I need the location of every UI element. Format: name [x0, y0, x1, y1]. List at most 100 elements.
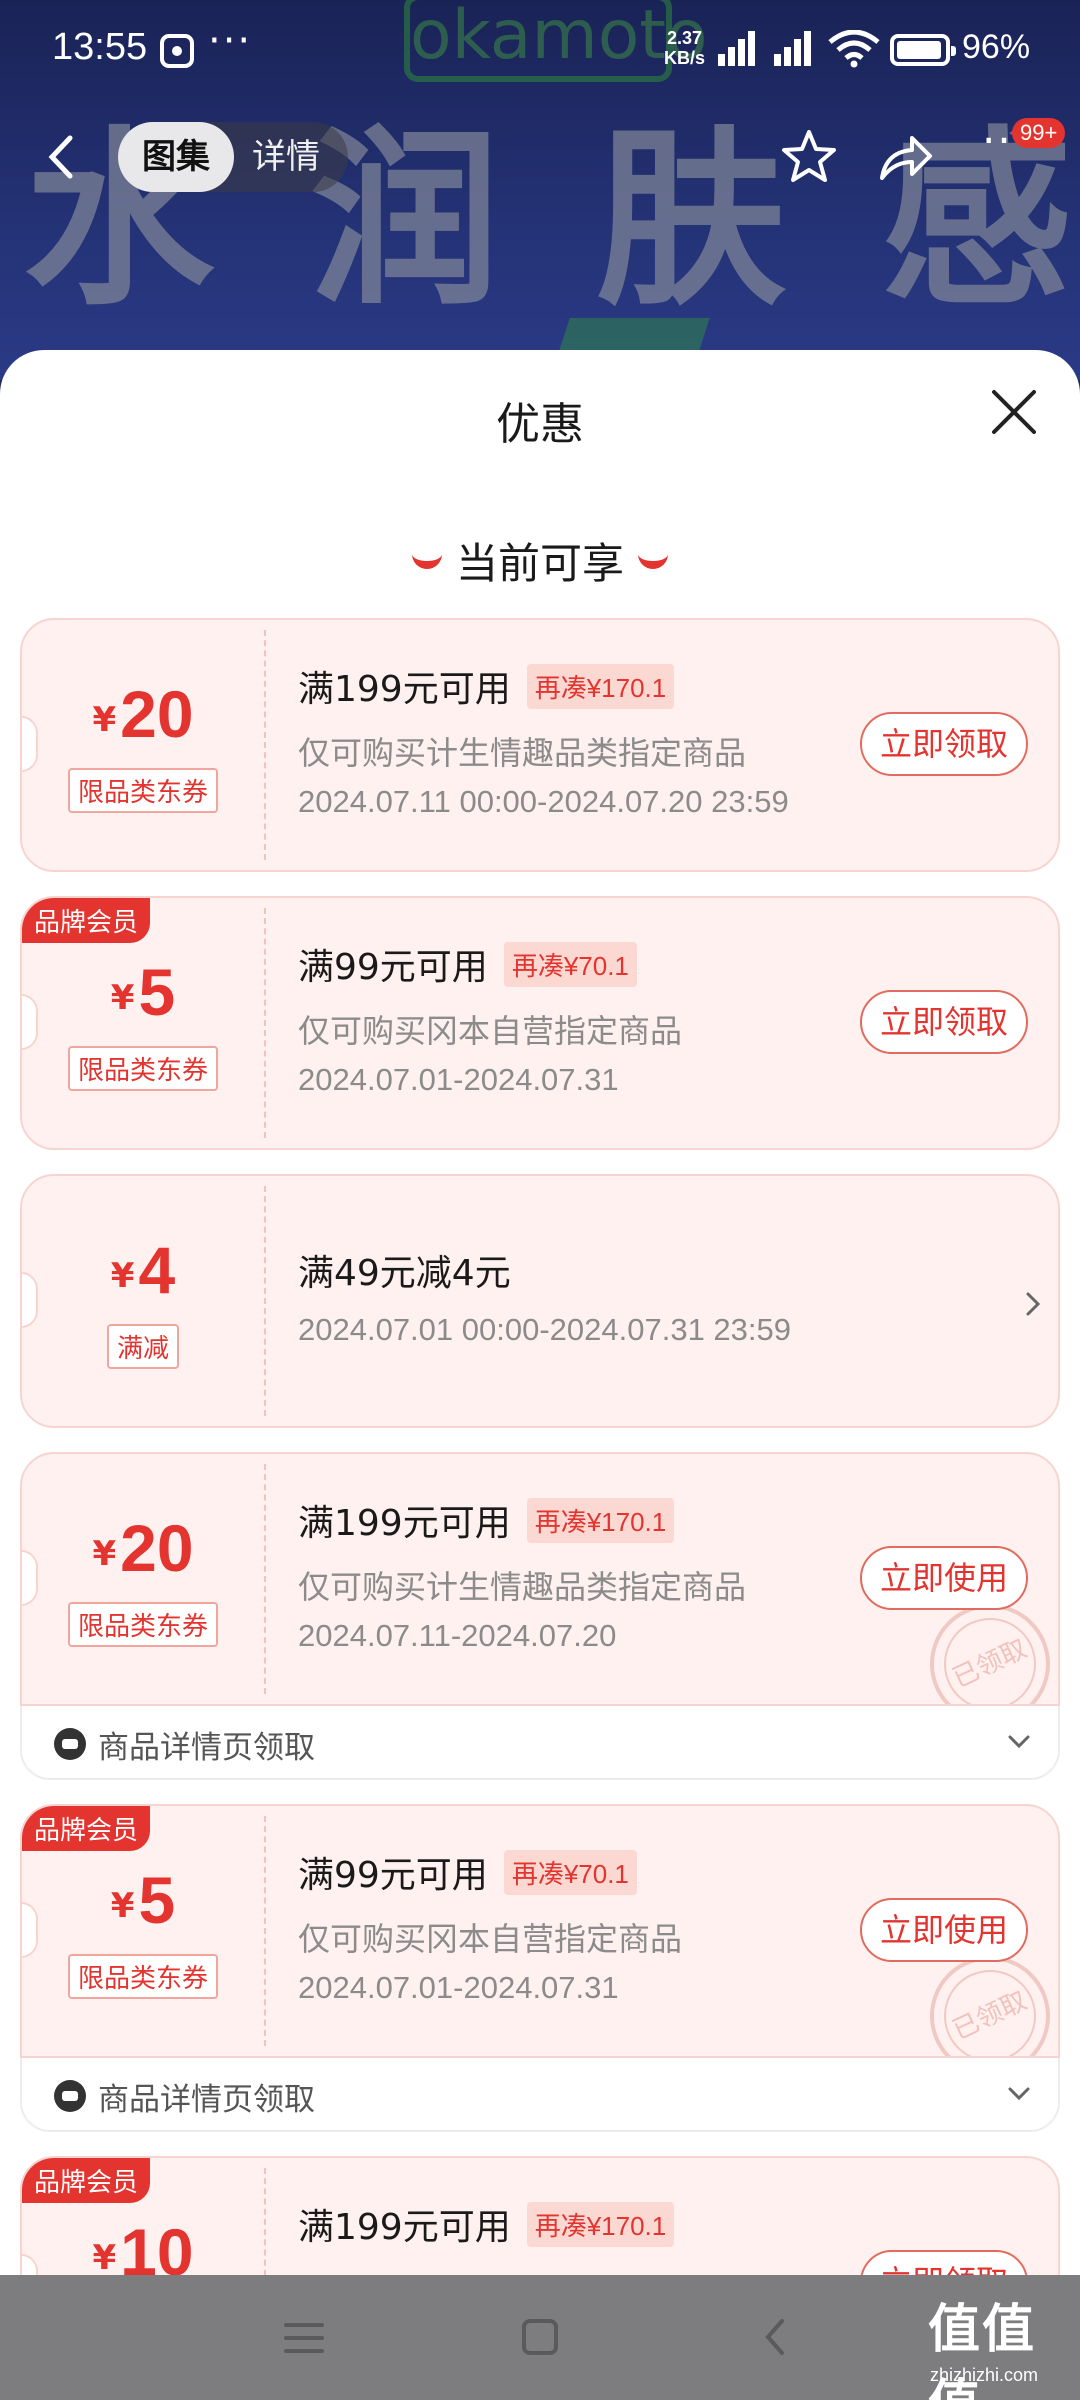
coupon-type-text: 满减 [106, 1324, 179, 1369]
left-smile-icon [411, 553, 442, 569]
coupon-divider [264, 1464, 266, 1694]
system-nav-bar: 值值值 zhizhizhi.com [0, 2275, 1080, 2400]
coupon-card[interactable]: ¥20 限品类东券 满199元可用 再凑¥170.1 仅可购买计生情趣品类指定商品… [20, 618, 1060, 872]
sheet-title: 优惠 [496, 399, 584, 450]
gap-badge: 再凑¥170.1 [526, 2202, 675, 2247]
condition-text: 满99元可用 [298, 1855, 488, 1896]
amount-value: 5 [138, 955, 176, 1029]
net-speed: 2.37 KB/s [664, 28, 705, 68]
coupon-type-text: 限品类东券 [67, 1046, 218, 1091]
use-button[interactable]: 立即使用 [860, 1898, 1028, 1962]
use-button[interactable]: 立即使用 [860, 1546, 1028, 1610]
close-icon[interactable] [988, 386, 1040, 438]
coupon-divider [264, 630, 266, 860]
status-time: 13:55 [52, 26, 148, 68]
coupon-scope: 仅可购买冈本自营指定商品 [298, 2266, 682, 2275]
net-speed-value: 2.37 [666, 28, 703, 48]
condition-text: 满199元可用 [298, 1503, 511, 1544]
currency-symbol: ¥ [110, 978, 135, 1018]
coupon-card[interactable]: ¥20 限品类东券 满199元可用 再凑¥170.1 仅可购买计生情趣品类指定商品… [20, 1452, 1060, 1706]
claim-button[interactable]: 立即领取 [860, 990, 1028, 1054]
coupon-type-tag: 限品类东券 [22, 1602, 264, 1647]
coupon-condition: 满199元可用 再凑¥170.1 [298, 2198, 675, 2250]
coupon-amount: ¥5 [22, 954, 264, 1030]
coupon-type-tag: 限品类东券 [22, 1046, 264, 1091]
chevron-right-icon[interactable] [1022, 1290, 1044, 1318]
currency-symbol: ¥ [110, 1886, 135, 1926]
coupon-type-text: 限品类东券 [67, 1602, 218, 1647]
discount-sheet: 优惠 当前可享 ¥20 限品类东券 满199元可用 再凑¥170.1 仅可购买计生… [0, 350, 1080, 2275]
gap-badge: 再凑¥70.1 [503, 1850, 637, 1895]
brand-member-badge: 品牌会员 [22, 1806, 151, 1851]
coupon-condition: 满99元可用 再凑¥70.1 [298, 938, 637, 990]
chevron-down-icon[interactable] [1006, 1732, 1032, 1752]
recent-apps-icon[interactable] [284, 2321, 324, 2355]
watermark-domain: zhizhizhi.com [930, 2365, 1039, 2385]
coupon-scope: 仅可购买计生情趣品类指定商品 [298, 1568, 747, 1606]
coupon-type-tag: 限品类东券 [22, 1954, 264, 1999]
brand-member-badge: 品牌会员 [22, 898, 151, 943]
coupon-validity: 2024.07.01-2024.07.31 [298, 1062, 619, 1097]
coupon-divider [264, 2168, 266, 2275]
amount-value: 10 [120, 2215, 194, 2275]
coupon-type-tag: 限品类东券 [22, 768, 264, 813]
net-speed-unit: KB/s [664, 48, 706, 68]
coupon-card[interactable]: ¥4 满减 满49元减4元 2024.07.01 00:00-2024.07.3… [20, 1174, 1060, 1428]
coupon-divider [264, 1816, 266, 2046]
gap-badge: 再凑¥70.1 [503, 942, 637, 987]
gap-badge: 再凑¥170.1 [526, 1498, 675, 1543]
coupon-condition: 满49元减4元 [298, 1244, 511, 1296]
ticket-icon [54, 1728, 86, 1760]
condition-text: 满199元可用 [298, 669, 511, 710]
coupon-validity: 2024.07.01-2024.07.31 [298, 1970, 619, 2005]
back-arrow-icon[interactable] [42, 132, 82, 182]
tab-gallery[interactable]: 图集 [118, 122, 234, 192]
system-back-icon[interactable] [760, 2317, 790, 2357]
amount-value: 5 [138, 1863, 176, 1937]
coupon-source-row[interactable]: 商品详情页领取 [20, 1706, 1060, 1780]
coupon-condition: 满99元可用 再凑¥70.1 [298, 1846, 637, 1898]
home-icon[interactable] [522, 2319, 558, 2355]
battery-icon [890, 34, 956, 66]
coupon-card[interactable]: 品牌会员 ¥5 限品类东券 满99元可用 再凑¥70.1 仅可购买冈本自营指定商品… [20, 896, 1060, 1150]
source-text: 商品详情页领取 [98, 1730, 315, 1766]
coupon-validity: 2024.07.11-2024.07.20 [298, 1618, 617, 1653]
amount-value: 20 [120, 1511, 194, 1585]
coupon-type-text: 限品类东券 [67, 1954, 218, 1999]
coupon-card[interactable]: 品牌会员 ¥5 限品类东券 满99元可用 再凑¥70.1 仅可购买冈本自营指定商品… [20, 1804, 1060, 2058]
coupon-condition: 满199元可用 再凑¥170.1 [298, 660, 675, 712]
source-text: 商品详情页领取 [98, 2082, 315, 2118]
wifi-icon [828, 30, 880, 68]
ticket-icon [54, 2080, 86, 2112]
signal-icon-2 [774, 31, 811, 66]
claim-button[interactable]: 立即领取 [860, 2250, 1028, 2275]
coupon-validity: 2024.07.01 00:00-2024.07.31 23:59 [298, 1312, 792, 1347]
coupon-scope: 仅可购买冈本自营指定商品 [298, 1012, 683, 1050]
chevron-down-icon[interactable] [1006, 2084, 1032, 2104]
condition-text: 满99元可用 [298, 947, 488, 988]
coupon-validity: 2024.07.11 00:00-2024.07.20 23:59 [298, 784, 789, 819]
coupon-amount: ¥20 [22, 676, 264, 752]
coupon-scope: 仅可购买计生情趣品类指定商品 [298, 734, 747, 772]
coupon-divider [264, 1186, 266, 1416]
coupon-amount: ¥20 [22, 1510, 264, 1586]
coupon-source-row[interactable]: 商品详情页领取 [20, 2058, 1060, 2132]
product-top-nav: 图集 详情 ··· 99+ [0, 112, 1080, 202]
coupon-scope: 仅可购买冈本自营指定商品 [298, 1920, 683, 1958]
claim-button[interactable]: 立即领取 [860, 712, 1028, 776]
gap-badge: 再凑¥170.1 [526, 664, 675, 709]
status-bar: 13:55 ··· 2.37 KB/s 96% [0, 0, 1080, 100]
coupon-card[interactable]: 品牌会员 ¥10 满199元可用再凑¥170.1 仅可购买冈本自营指定商品 立即… [20, 2156, 1060, 2275]
brand-member-badge: 品牌会员 [22, 2158, 151, 2203]
section-heading: 当前可享 [0, 530, 1080, 591]
coupon-condition: 满199元可用 再凑¥170.1 [298, 1494, 675, 1546]
battery-percent: 96% [962, 28, 1031, 66]
coupon-type-text: 限品类东券 [67, 768, 218, 813]
currency-symbol: ¥ [92, 1534, 117, 1574]
share-icon[interactable] [876, 130, 934, 184]
favorite-star-icon[interactable] [780, 128, 838, 184]
tab-details[interactable]: 详情 [252, 122, 320, 192]
status-more-icon: ··· [208, 18, 253, 64]
currency-symbol: ¥ [92, 2238, 117, 2275]
right-smile-icon [638, 553, 668, 569]
